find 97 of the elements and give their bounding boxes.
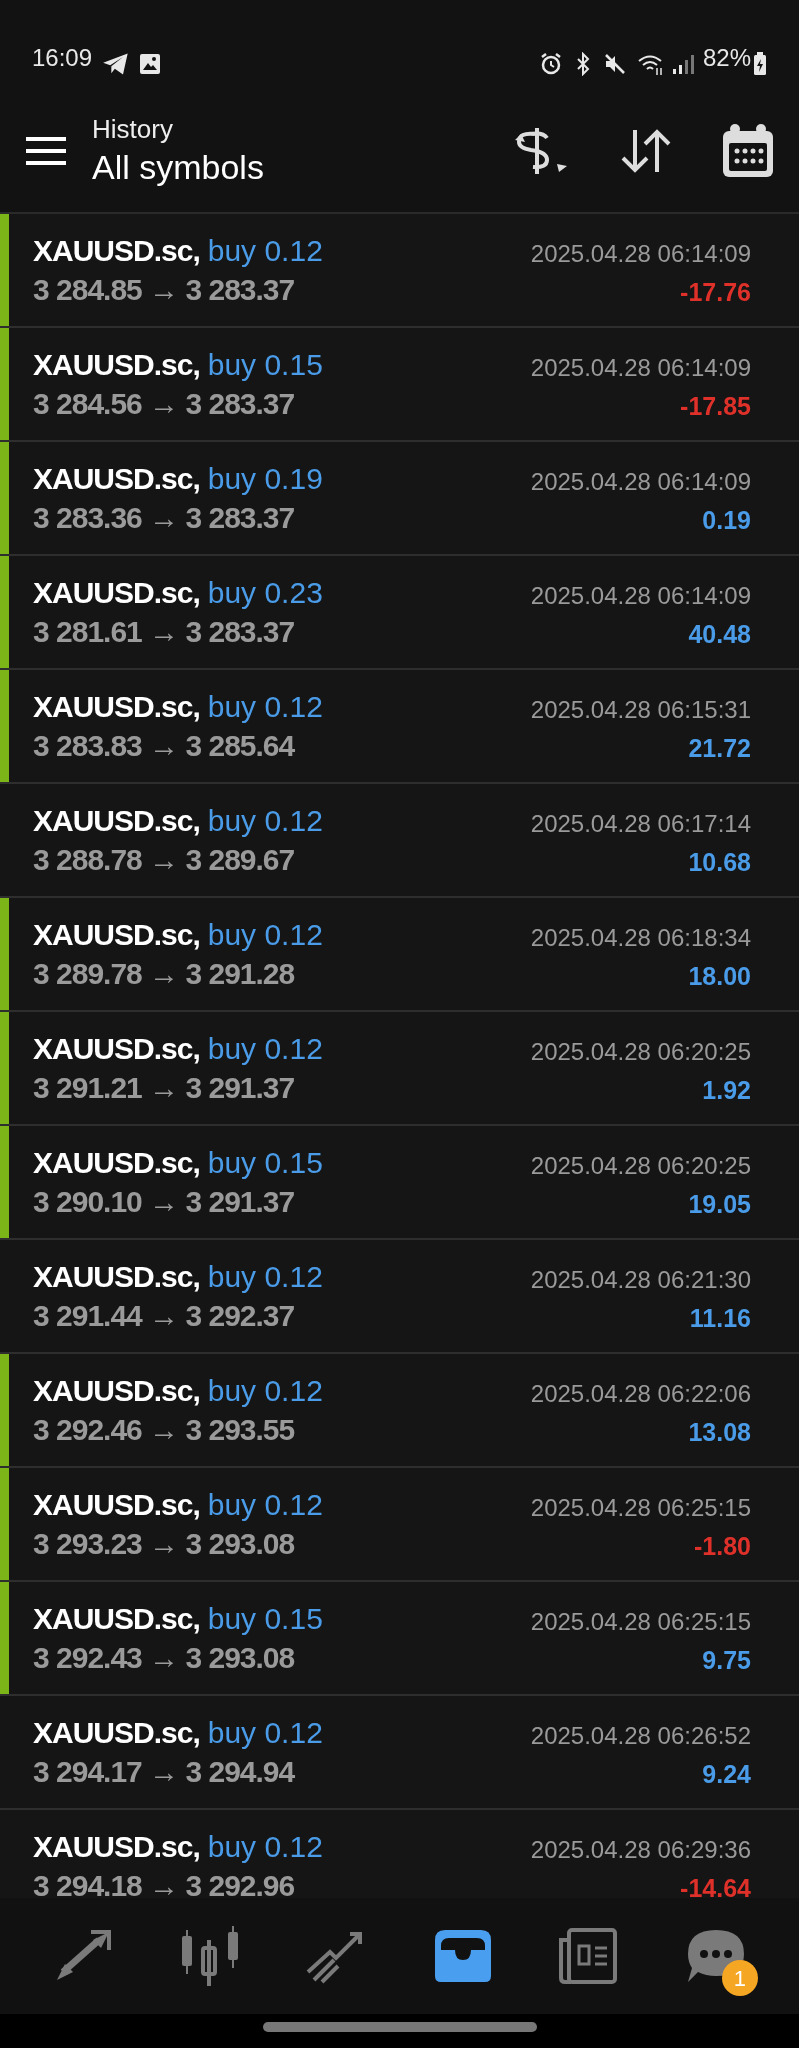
deal-time: 2025.04.28 06:25:15 bbox=[530, 1607, 751, 1637]
deal-volume: buy 0.12 bbox=[207, 1487, 323, 1523]
profit-value: 18.00 bbox=[688, 961, 751, 992]
deal-volume: buy 0.12 bbox=[207, 1373, 323, 1409]
deal-time: 2025.04.28 06:29:36 bbox=[530, 1835, 751, 1865]
signal-icon bbox=[670, 52, 695, 76]
deal-volume: buy 0.23 bbox=[207, 575, 323, 611]
price-range: 3 293.23 → 3 293.08 bbox=[33, 1526, 296, 1562]
deal-time: 2025.04.28 06:14:09 bbox=[530, 581, 751, 611]
symbol-name: XAUUSD.sc, bbox=[33, 1601, 200, 1637]
profit-value: -14.64 bbox=[680, 1873, 751, 1898]
profit-value: 21.72 bbox=[688, 733, 751, 764]
deal-row[interactable]: XAUUSD.sc, buy 0.12 3 293.23 → 3 293.08 2025.04.28 06:25:15 -1.80 bbox=[0, 1468, 799, 1582]
deal-volume: buy 0.12 bbox=[207, 233, 323, 269]
price-range: 3 281.61 → 3 283.37 bbox=[33, 614, 296, 650]
price-range: 3 292.43 → 3 293.08 bbox=[33, 1640, 296, 1676]
deal-volume: buy 0.12 bbox=[207, 1259, 323, 1295]
symbol-name: XAUUSD.sc, bbox=[33, 1487, 200, 1523]
symbol-name: XAUUSD.sc, bbox=[33, 1829, 200, 1865]
price-range: 3 289.78 → 3 291.28 bbox=[33, 956, 296, 992]
deal-time: 2025.04.28 06:15:31 bbox=[530, 695, 751, 725]
profit-value: 1.92 bbox=[702, 1075, 751, 1106]
screen-title: All symbols bbox=[92, 147, 264, 188]
price-range: 3 291.21 → 3 291.37 bbox=[33, 1070, 296, 1106]
deal-time: 2025.04.28 06:14:09 bbox=[530, 467, 751, 497]
deal-volume: buy 0.12 bbox=[207, 689, 323, 725]
deal-volume: buy 0.12 bbox=[207, 1829, 323, 1865]
profit-value: 13.08 bbox=[688, 1417, 751, 1448]
deal-row[interactable]: XAUUSD.sc, buy 0.12 3 284.85 → 3 283.37 2025.04.28 06:14:09 -17.76 bbox=[0, 214, 799, 328]
profit-value: -17.85 bbox=[680, 391, 751, 422]
price-range: 3 291.44 → 3 292.37 bbox=[33, 1298, 296, 1334]
deal-volume: buy 0.19 bbox=[207, 461, 323, 497]
profit-value: -17.76 bbox=[680, 277, 751, 308]
profit-value: 0.19 bbox=[702, 505, 751, 536]
symbol-name: XAUUSD.sc, bbox=[33, 1259, 200, 1295]
deal-row[interactable]: XAUUSD.sc, buy 0.12 3 283.83 → 3 285.64 2025.04.28 06:15:31 21.72 bbox=[0, 670, 799, 784]
price-range: 3 294.18 → 3 292.96 bbox=[33, 1868, 296, 1898]
profit-value: -1.80 bbox=[694, 1531, 751, 1562]
deal-time: 2025.04.28 06:17:14 bbox=[530, 809, 751, 839]
deal-volume: buy 0.12 bbox=[207, 917, 323, 953]
status-time: 16:09 bbox=[32, 43, 93, 73]
profit-value: 19.05 bbox=[688, 1189, 751, 1220]
price-range: 3 292.46 → 3 293.55 bbox=[33, 1412, 296, 1448]
screen-subtitle: History bbox=[92, 113, 174, 145]
symbol-name: XAUUSD.sc, bbox=[33, 461, 200, 497]
symbol-name: XAUUSD.sc, bbox=[33, 233, 200, 269]
symbol-name: XAUUSD.sc, bbox=[33, 1715, 200, 1751]
price-range: 3 284.85 → 3 283.37 bbox=[33, 272, 296, 308]
deal-time: 2025.04.28 06:14:09 bbox=[530, 239, 751, 269]
price-range: 3 283.36 → 3 283.37 bbox=[33, 500, 296, 536]
deal-time: 2025.04.28 06:21:30 bbox=[530, 1265, 751, 1295]
deal-row[interactable]: XAUUSD.sc, buy 0.15 3 290.10 → 3 291.37 2025.04.28 06:20:25 19.05 bbox=[0, 1126, 799, 1240]
deal-time: 2025.04.28 06:20:25 bbox=[530, 1151, 751, 1181]
symbol-name: XAUUSD.sc, bbox=[33, 1031, 200, 1067]
symbol-name: XAUUSD.sc, bbox=[33, 689, 200, 725]
symbol-name: XAUUSD.sc, bbox=[33, 803, 200, 839]
deal-row[interactable]: XAUUSD.sc, buy 0.12 3 291.21 → 3 291.37 2025.04.28 06:20:25 1.92 bbox=[0, 1012, 799, 1126]
symbol-name: XAUUSD.sc, bbox=[33, 347, 200, 383]
deal-volume: buy 0.12 bbox=[207, 1031, 323, 1067]
deal-time: 2025.04.28 06:14:09 bbox=[530, 353, 751, 383]
deal-row[interactable]: XAUUSD.sc, buy 0.15 3 292.43 → 3 293.08 2025.04.28 06:25:15 9.75 bbox=[0, 1582, 799, 1696]
deal-time: 2025.04.28 06:20:25 bbox=[530, 1037, 751, 1067]
deal-time: 2025.04.28 06:22:06 bbox=[530, 1379, 751, 1409]
price-range: 3 283.83 → 3 285.64 bbox=[33, 728, 296, 764]
battery-percent: 82% bbox=[702, 43, 751, 73]
deal-volume: buy 0.15 bbox=[207, 347, 323, 383]
deal-row[interactable]: XAUUSD.sc, buy 0.12 3 292.46 → 3 293.55 2025.04.28 06:22:06 13.08 bbox=[0, 1354, 799, 1468]
price-range: 3 284.56 → 3 283.37 bbox=[33, 386, 296, 422]
symbol-name: XAUUSD.sc, bbox=[33, 1373, 200, 1409]
profit-value: 9.24 bbox=[702, 1759, 751, 1790]
battery-icon bbox=[753, 52, 767, 76]
price-range: 3 288.78 → 3 289.67 bbox=[33, 842, 296, 878]
deal-row[interactable]: XAUUSD.sc, buy 0.23 3 281.61 → 3 283.37 2025.04.28 06:14:09 40.48 bbox=[0, 556, 799, 670]
price-range: 3 294.17 → 3 294.94 bbox=[33, 1754, 296, 1790]
deal-row[interactable]: XAUUSD.sc, buy 0.15 3 284.56 → 3 283.37 2025.04.28 06:14:09 -17.85 bbox=[0, 328, 799, 442]
deal-volume: buy 0.12 bbox=[207, 1715, 323, 1751]
deal-volume: buy 0.15 bbox=[207, 1601, 323, 1637]
deal-volume: buy 0.12 bbox=[207, 803, 323, 839]
deal-row[interactable]: XAUUSD.sc, buy 0.19 3 283.36 → 3 283.37 2025.04.28 06:14:09 0.19 bbox=[0, 442, 799, 556]
symbol-name: XAUUSD.sc, bbox=[33, 917, 200, 953]
deal-volume: buy 0.15 bbox=[207, 1145, 323, 1181]
profit-value: 9.75 bbox=[702, 1645, 751, 1676]
deal-row[interactable]: XAUUSD.sc, buy 0.12 3 289.78 → 3 291.28 2025.04.28 06:18:34 18.00 bbox=[0, 898, 799, 1012]
profit-value: 40.48 bbox=[688, 619, 751, 650]
deal-time: 2025.04.28 06:18:34 bbox=[530, 923, 751, 953]
price-range: 3 290.10 → 3 291.37 bbox=[33, 1184, 296, 1220]
mute-icon bbox=[602, 52, 627, 76]
symbol-name: XAUUSD.sc, bbox=[33, 1145, 200, 1181]
symbol-name: XAUUSD.sc, bbox=[33, 575, 200, 611]
calendar-icon[interactable] bbox=[721, 123, 775, 179]
notification-badge: 1 bbox=[721, 1960, 758, 1996]
profit-value: 10.68 bbox=[688, 847, 751, 878]
profit-value: 11.16 bbox=[689, 1303, 751, 1334]
deal-time: 2025.04.28 06:26:52 bbox=[530, 1721, 751, 1751]
menu-icon[interactable] bbox=[24, 135, 68, 167]
deal-time: 2025.04.28 06:25:15 bbox=[530, 1493, 751, 1523]
image-icon bbox=[138, 52, 163, 76]
